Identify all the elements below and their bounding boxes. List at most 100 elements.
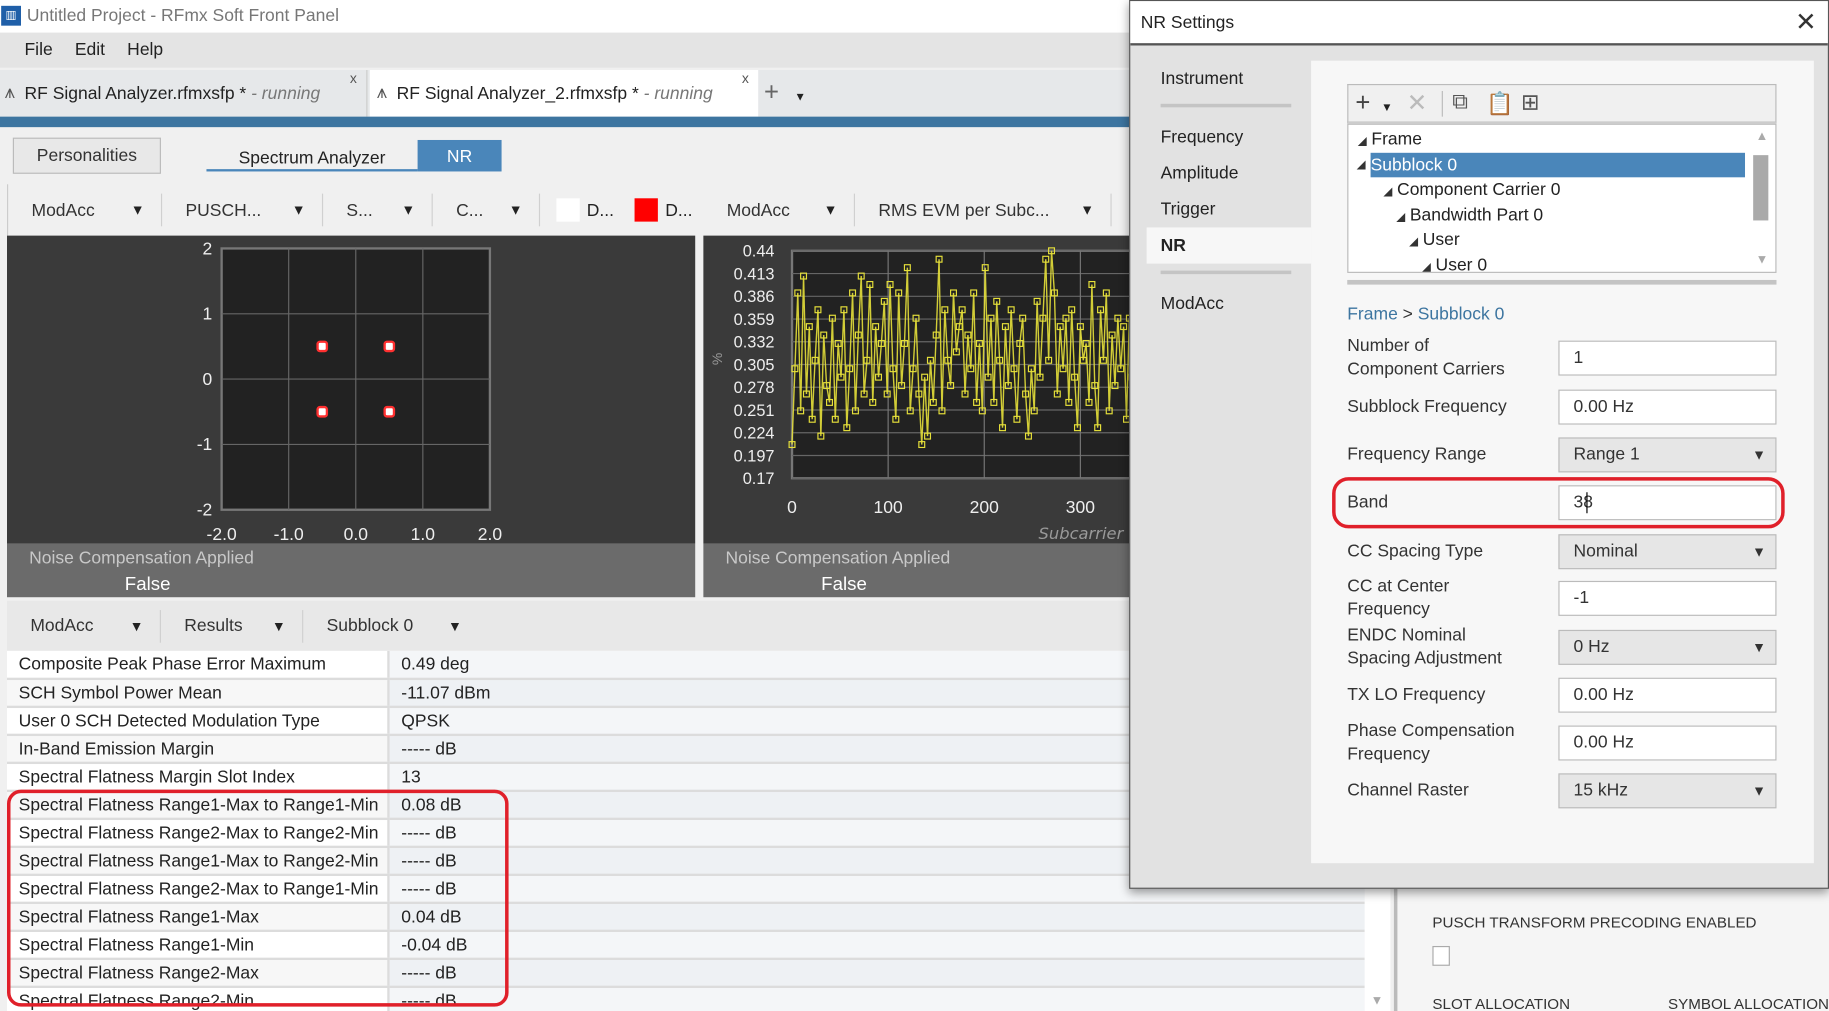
divider xyxy=(1347,279,1777,285)
nav-amplitude[interactable]: Amplitude xyxy=(1129,155,1311,191)
tree-node[interactable]: ◢ User xyxy=(1409,227,1460,251)
menu-help[interactable]: Help xyxy=(116,33,174,68)
tree-node[interactable]: ◢ User 0 xyxy=(1422,253,1487,272)
dropdown-label: S... xyxy=(346,200,373,220)
breadcrumb-subblock[interactable]: Subblock 0 xyxy=(1418,304,1505,324)
legend-swatch-red[interactable] xyxy=(634,198,659,222)
expand-icon[interactable]: ◢ xyxy=(1357,152,1366,176)
dropdown-label: RMS EVM per Subc... xyxy=(878,200,1050,220)
field-input[interactable]: -1 xyxy=(1558,580,1777,616)
field-select[interactable]: 15 kHz xyxy=(1558,773,1777,809)
form-row: ENDC Nominal Spacing Adjustment 0 Hz xyxy=(1347,625,1777,668)
footer-value: False xyxy=(821,575,867,595)
measurement-dropdown[interactable]: ModAcc ▼ xyxy=(703,193,856,227)
nav-trigger[interactable]: Trigger xyxy=(1129,191,1311,227)
chevron-down-icon[interactable]: ▼ xyxy=(794,91,806,104)
measurement-dropdown[interactable]: ModAcc ▼ xyxy=(8,193,163,227)
field-input[interactable]: 0.00 Hz xyxy=(1558,389,1777,425)
constellation-point xyxy=(316,340,329,353)
divider xyxy=(1441,90,1443,117)
subblock-dropdown[interactable]: Subblock 0 ▼ xyxy=(303,609,478,642)
close-icon[interactable]: x xyxy=(742,70,749,86)
view-dropdown[interactable]: Results ▼ xyxy=(161,609,304,643)
nav-modacc[interactable]: ModAcc xyxy=(1129,286,1311,322)
field-input[interactable]: 0.00 Hz xyxy=(1558,725,1777,761)
channel-dropdown[interactable]: C... ▼ xyxy=(433,193,541,227)
tree-scrollbar-thumb[interactable] xyxy=(1753,155,1769,221)
slot-allocation-label: SLOT ALLOCATION xyxy=(1432,994,1571,1011)
nav-instrument[interactable]: Instrument xyxy=(1129,61,1311,97)
tree-node[interactable]: ◢ Bandwidth Part 0 xyxy=(1396,202,1543,226)
chevron-down-icon[interactable]: ▼ xyxy=(1381,101,1393,114)
field-value: 0 Hz xyxy=(1573,636,1610,657)
y-tick-label: 0.305 xyxy=(734,356,775,374)
tree-node[interactable]: ◢ Frame xyxy=(1358,127,1422,151)
copy-icon[interactable]: ⧉ xyxy=(1452,90,1468,116)
tab-status: - running xyxy=(643,83,713,104)
result-dropdown[interactable]: PUSCH... ▼ xyxy=(162,193,324,227)
scroll-down-icon[interactable]: ▼ xyxy=(1371,994,1384,1008)
result-dropdown[interactable]: RMS EVM per Subc... ▼ xyxy=(855,193,1112,227)
config-tree: ▲ ▼ ◢ Frame ◢ Subblock 0 ◢ Component Carrier … xyxy=(1347,123,1777,273)
x-tick-label: 0 xyxy=(787,497,797,517)
field-select[interactable]: Range 1 xyxy=(1558,437,1777,473)
expand-icon[interactable]: ◢ xyxy=(1396,211,1405,224)
slot-dropdown[interactable]: S... ▼ xyxy=(323,193,433,227)
close-icon[interactable]: ✕ xyxy=(1795,7,1817,37)
doc-tab-2[interactable]: ⩚ RF Signal Analyzer_2.rfmxsfp * - runni… xyxy=(369,69,759,117)
breadcrumb-frame[interactable]: Frame xyxy=(1347,304,1398,324)
legend-swatch-white[interactable] xyxy=(556,198,580,222)
field-select[interactable]: Nominal xyxy=(1558,534,1777,570)
nav-nr[interactable]: NR xyxy=(1146,227,1312,264)
paste-icon[interactable]: 📋 xyxy=(1486,90,1514,118)
measurement-dropdown[interactable]: ModAcc ▼ xyxy=(7,609,161,643)
y-tick-label: 0.332 xyxy=(734,334,775,352)
delete-icon[interactable]: ✕ xyxy=(1407,89,1428,118)
legend-label: D... xyxy=(586,200,614,220)
personalities-button[interactable]: Personalities xyxy=(12,137,161,174)
form-row: TX LO Frequency 0.00 Hz xyxy=(1347,677,1777,717)
spectrum-icon: ⩚ xyxy=(376,82,388,103)
scroll-down-icon[interactable]: ▼ xyxy=(1756,253,1769,267)
close-icon[interactable]: x xyxy=(350,70,357,86)
field-value: 1 xyxy=(1573,347,1584,368)
tree-node[interactable]: ◢ Subblock 0 xyxy=(1357,152,1746,177)
field-label: Number of Component Carriers xyxy=(1347,335,1505,380)
field-input[interactable]: 0.00 Hz xyxy=(1558,677,1777,713)
dialog-title-bar: NR Settings ✕ xyxy=(1130,1,1828,46)
field-label: ENDC Nominal Spacing Adjustment xyxy=(1347,625,1502,669)
tab-nr[interactable]: NR xyxy=(417,139,502,172)
x-tick-label: -2.0 xyxy=(207,524,237,543)
dropdown-label: PUSCH... xyxy=(185,200,262,220)
tree-node[interactable]: ◢ Component Carrier 0 xyxy=(1383,177,1560,201)
legend-label: D... xyxy=(665,200,693,220)
menu-edit[interactable]: Edit xyxy=(63,33,115,68)
nav-frequency[interactable]: Frequency xyxy=(1129,119,1311,155)
field-select[interactable]: 0 Hz xyxy=(1558,629,1777,665)
field-value: Range 1 xyxy=(1573,444,1640,465)
evm-graph[interactable]: 0.44 0.413 0.386 0.359 0.332 0.305 0.278 0.251 0… xyxy=(703,235,1130,544)
field-input[interactable]: 1 xyxy=(1558,340,1777,376)
scroll-up-icon[interactable]: ▲ xyxy=(1756,129,1769,143)
constellation-plot: -2.0 -1.0 0.0 1.0 2.0 2 1 0 -1 -2 xyxy=(197,238,503,543)
tree-toolbar: + ▼ ✕ ⧉ 📋 ⊞ xyxy=(1347,83,1777,124)
duplicate-icon[interactable]: ⊞ xyxy=(1521,90,1540,117)
expand-icon[interactable]: ◢ xyxy=(1383,185,1392,198)
x-tick-label: -1.0 xyxy=(274,524,304,543)
result-value: 0.04 dB xyxy=(387,902,1365,932)
expand-icon[interactable]: ◢ xyxy=(1422,261,1431,272)
expand-icon[interactable]: ◢ xyxy=(1409,236,1418,249)
expand-icon[interactable]: ◢ xyxy=(1358,135,1367,148)
tree-label: Component Carrier 0 xyxy=(1397,179,1561,200)
dialog-nav: Instrument Frequency Amplitude Trigger N… xyxy=(1129,61,1312,322)
add-tab-icon[interactable]: + xyxy=(764,77,779,107)
result-value: ----- dB xyxy=(387,958,1365,988)
tab-spectrum-analyzer[interactable]: Spectrum Analyzer xyxy=(206,140,418,172)
tab-name: RF Signal Analyzer_2.rfmxsfp * xyxy=(396,83,639,104)
add-icon[interactable]: + xyxy=(1355,87,1370,117)
pusch-checkbox[interactable] xyxy=(1432,945,1450,966)
doc-tab-1[interactable]: ⩚ RF Signal Analyzer.rfmxsfp * - running… xyxy=(0,69,368,117)
constellation-graph[interactable]: -2.0 -1.0 0.0 1.0 2.0 2 1 0 -1 -2 xyxy=(6,235,696,544)
menu-file[interactable]: File xyxy=(0,33,63,68)
pusch-label: PUSCH TRANSFORM PRECODING ENABLED xyxy=(1432,913,1757,931)
